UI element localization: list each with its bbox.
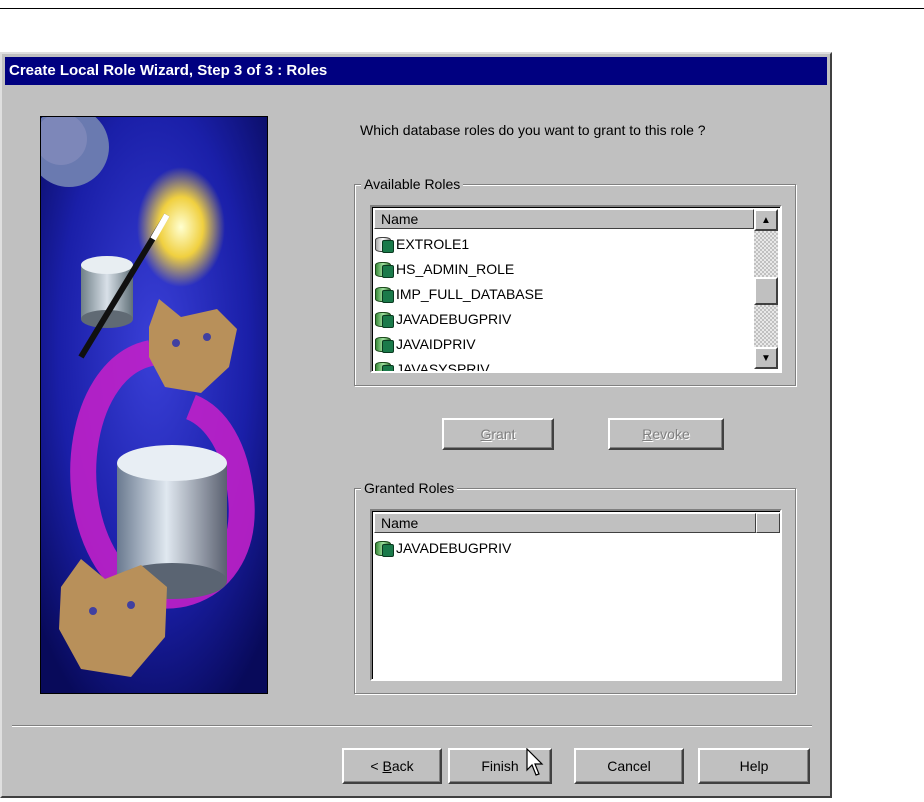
- available-roles-legend: Available Roles: [361, 176, 464, 192]
- list-item-label: IMP_FULL_DATABASE: [396, 285, 544, 302]
- arrow-down-icon: ▼: [761, 352, 771, 364]
- granted-roles-group: Granted Roles Name JAVADEBUGPRIV: [354, 480, 796, 694]
- scroll-down-button[interactable]: ▼: [754, 347, 778, 369]
- available-roles-group: Available Roles Name EXTROLE1 HS_ADMIN_R…: [354, 176, 796, 386]
- wizard-illustration: [40, 116, 268, 694]
- finish-button-label: Finish: [481, 758, 519, 774]
- instruction-text: Which database roles do you want to gran…: [360, 122, 706, 138]
- list-item[interactable]: JAVASYSPRIV: [374, 356, 543, 373]
- scroll-up-button[interactable]: ▲: [754, 209, 778, 231]
- revoke-button-label: Revoke: [642, 426, 690, 442]
- list-item-label: JAVADEBUGPRIV: [396, 539, 512, 556]
- role-icon: [374, 310, 394, 328]
- granted-roles-legend: Granted Roles: [361, 480, 458, 496]
- available-name-column-header[interactable]: Name: [374, 209, 754, 229]
- list-item-label: JAVADEBUGPRIV: [396, 310, 512, 327]
- help-button-label: Help: [739, 758, 769, 774]
- granted-name-column-label: Name: [381, 515, 419, 531]
- wizard-artwork-image: [41, 117, 267, 693]
- granted-name-column-header[interactable]: Name: [374, 513, 756, 533]
- granted-column-filler: [756, 513, 780, 533]
- revoke-button[interactable]: Revoke: [608, 418, 724, 450]
- title-bar: Create Local Role Wizard, Step 3 of 3 : …: [5, 57, 827, 85]
- help-button[interactable]: Help: [698, 748, 810, 784]
- cancel-button-label: Cancel: [607, 758, 651, 774]
- available-roles-list[interactable]: Name EXTROLE1 HS_ADMIN_ROLE IMP_FULL_DAT…: [370, 205, 782, 373]
- available-name-column-label: Name: [381, 211, 419, 227]
- list-item-label: EXTROLE1: [396, 235, 470, 252]
- mouse-pointer-icon: [526, 748, 544, 776]
- granted-roles-rows: JAVADEBUGPRIV: [374, 535, 511, 560]
- back-button[interactable]: < Back: [342, 748, 442, 784]
- list-item[interactable]: JAVADEBUGPRIV: [374, 306, 543, 331]
- role-icon: [374, 285, 394, 303]
- footer-separator: [12, 725, 812, 727]
- role-icon: [374, 260, 394, 278]
- list-item[interactable]: JAVADEBUGPRIV: [374, 535, 511, 560]
- role-icon: [374, 360, 394, 371]
- grant-button[interactable]: Grant: [442, 418, 554, 450]
- list-item[interactable]: IMP_FULL_DATABASE: [374, 281, 543, 306]
- role-icon: [374, 539, 394, 557]
- list-item-label: HS_ADMIN_ROLE: [396, 260, 515, 277]
- top-rule: [0, 8, 924, 9]
- external-role-icon: [374, 235, 394, 253]
- window-title: Create Local Role Wizard, Step 3 of 3 : …: [9, 62, 328, 79]
- available-roles-scrollbar[interactable]: ▲ ▼: [754, 209, 778, 369]
- cancel-button[interactable]: Cancel: [574, 748, 684, 784]
- granted-roles-list[interactable]: Name JAVADEBUGPRIV: [370, 509, 782, 681]
- role-icon: [374, 335, 394, 353]
- arrow-up-icon: ▲: [761, 214, 771, 226]
- wizard-dialog: Create Local Role Wizard, Step 3 of 3 : …: [0, 52, 832, 798]
- grant-button-label: Grant: [480, 426, 516, 442]
- list-item-label: JAVASYSPRIV: [396, 360, 490, 373]
- available-roles-rows: EXTROLE1 HS_ADMIN_ROLE IMP_FULL_DATABASE…: [374, 231, 543, 373]
- list-item[interactable]: EXTROLE1: [374, 231, 543, 256]
- scroll-thumb[interactable]: [754, 277, 778, 305]
- list-item[interactable]: JAVAIDPRIV: [374, 331, 543, 356]
- list-item-label: JAVAIDPRIV: [396, 335, 476, 352]
- back-button-label: < Back: [370, 758, 414, 774]
- list-item[interactable]: HS_ADMIN_ROLE: [374, 256, 543, 281]
